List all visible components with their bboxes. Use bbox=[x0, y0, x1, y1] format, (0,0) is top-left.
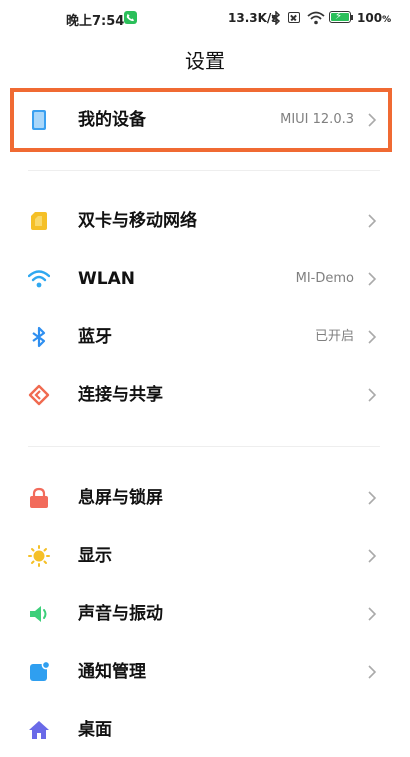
settings-item-dual-sim[interactable]: 双卡与移动网络 bbox=[0, 195, 410, 247]
brightness-icon bbox=[28, 545, 50, 567]
chevron-right-icon bbox=[365, 489, 379, 507]
lock-icon bbox=[28, 487, 50, 509]
settings-item-lock-screen[interactable]: 息屏与锁屏 bbox=[0, 472, 410, 524]
no-sim-icon bbox=[288, 12, 300, 23]
settings-item-home-screen[interactable]: 桌面 bbox=[0, 704, 410, 756]
bluetooth-icon bbox=[28, 326, 50, 348]
settings-item-label: 桌面 bbox=[78, 720, 112, 740]
chevron-right-icon bbox=[365, 328, 379, 346]
chevron-right-icon bbox=[365, 270, 379, 288]
wifi-icon bbox=[307, 10, 325, 29]
settings-item-label: 息屏与锁屏 bbox=[78, 488, 163, 508]
settings-item-display[interactable]: 显示 bbox=[0, 530, 410, 582]
settings-item-label: 显示 bbox=[78, 546, 112, 566]
settings-item-label: WLAN bbox=[78, 269, 135, 289]
chevron-right-icon bbox=[365, 212, 379, 230]
sim-card-icon bbox=[28, 210, 50, 232]
settings-item-label: 连接与共享 bbox=[78, 385, 163, 405]
settings-item-connection-sharing[interactable]: 连接与共享 bbox=[0, 369, 410, 421]
battery-tip bbox=[351, 15, 353, 20]
phone-call-icon bbox=[124, 11, 137, 24]
section-divider bbox=[28, 446, 380, 447]
settings-item-label: 通知管理 bbox=[78, 662, 146, 682]
status-time: 晚上7:54 bbox=[66, 14, 125, 29]
share-icon bbox=[28, 384, 50, 406]
notification-icon bbox=[28, 660, 51, 683]
section-divider bbox=[28, 170, 380, 171]
bluetooth-icon bbox=[271, 10, 281, 29]
chevron-right-icon bbox=[365, 605, 379, 623]
settings-item-label: 蓝牙 bbox=[78, 327, 112, 347]
settings-item-wlan[interactable]: WLAN MI-Demo bbox=[0, 253, 410, 305]
chevron-right-icon bbox=[365, 663, 379, 681]
chevron-right-icon bbox=[365, 547, 379, 565]
home-icon bbox=[28, 719, 50, 741]
battery-charging-icon: ⚡ bbox=[329, 11, 351, 23]
settings-item-value: 已开启 bbox=[314, 329, 354, 344]
settings-item-notifications[interactable]: 通知管理 bbox=[0, 646, 410, 698]
chevron-right-icon bbox=[365, 386, 379, 404]
wifi-icon bbox=[27, 268, 51, 290]
settings-item-bluetooth[interactable]: 蓝牙 已开启 bbox=[0, 311, 410, 363]
battery-percent: 100% bbox=[357, 11, 392, 25]
page-title: 设置 bbox=[185, 49, 225, 73]
settings-item-sound[interactable]: 声音与振动 bbox=[0, 588, 410, 640]
settings-item-label: 声音与振动 bbox=[78, 604, 163, 624]
status-bar: 晚上7:54 13.3K/s ⚡ 100% bbox=[0, 0, 410, 36]
settings-item-label: 双卡与移动网络 bbox=[78, 211, 197, 231]
settings-item-value: MI-Demo bbox=[295, 271, 354, 286]
highlight-frame bbox=[10, 88, 392, 152]
speaker-icon bbox=[28, 603, 50, 625]
